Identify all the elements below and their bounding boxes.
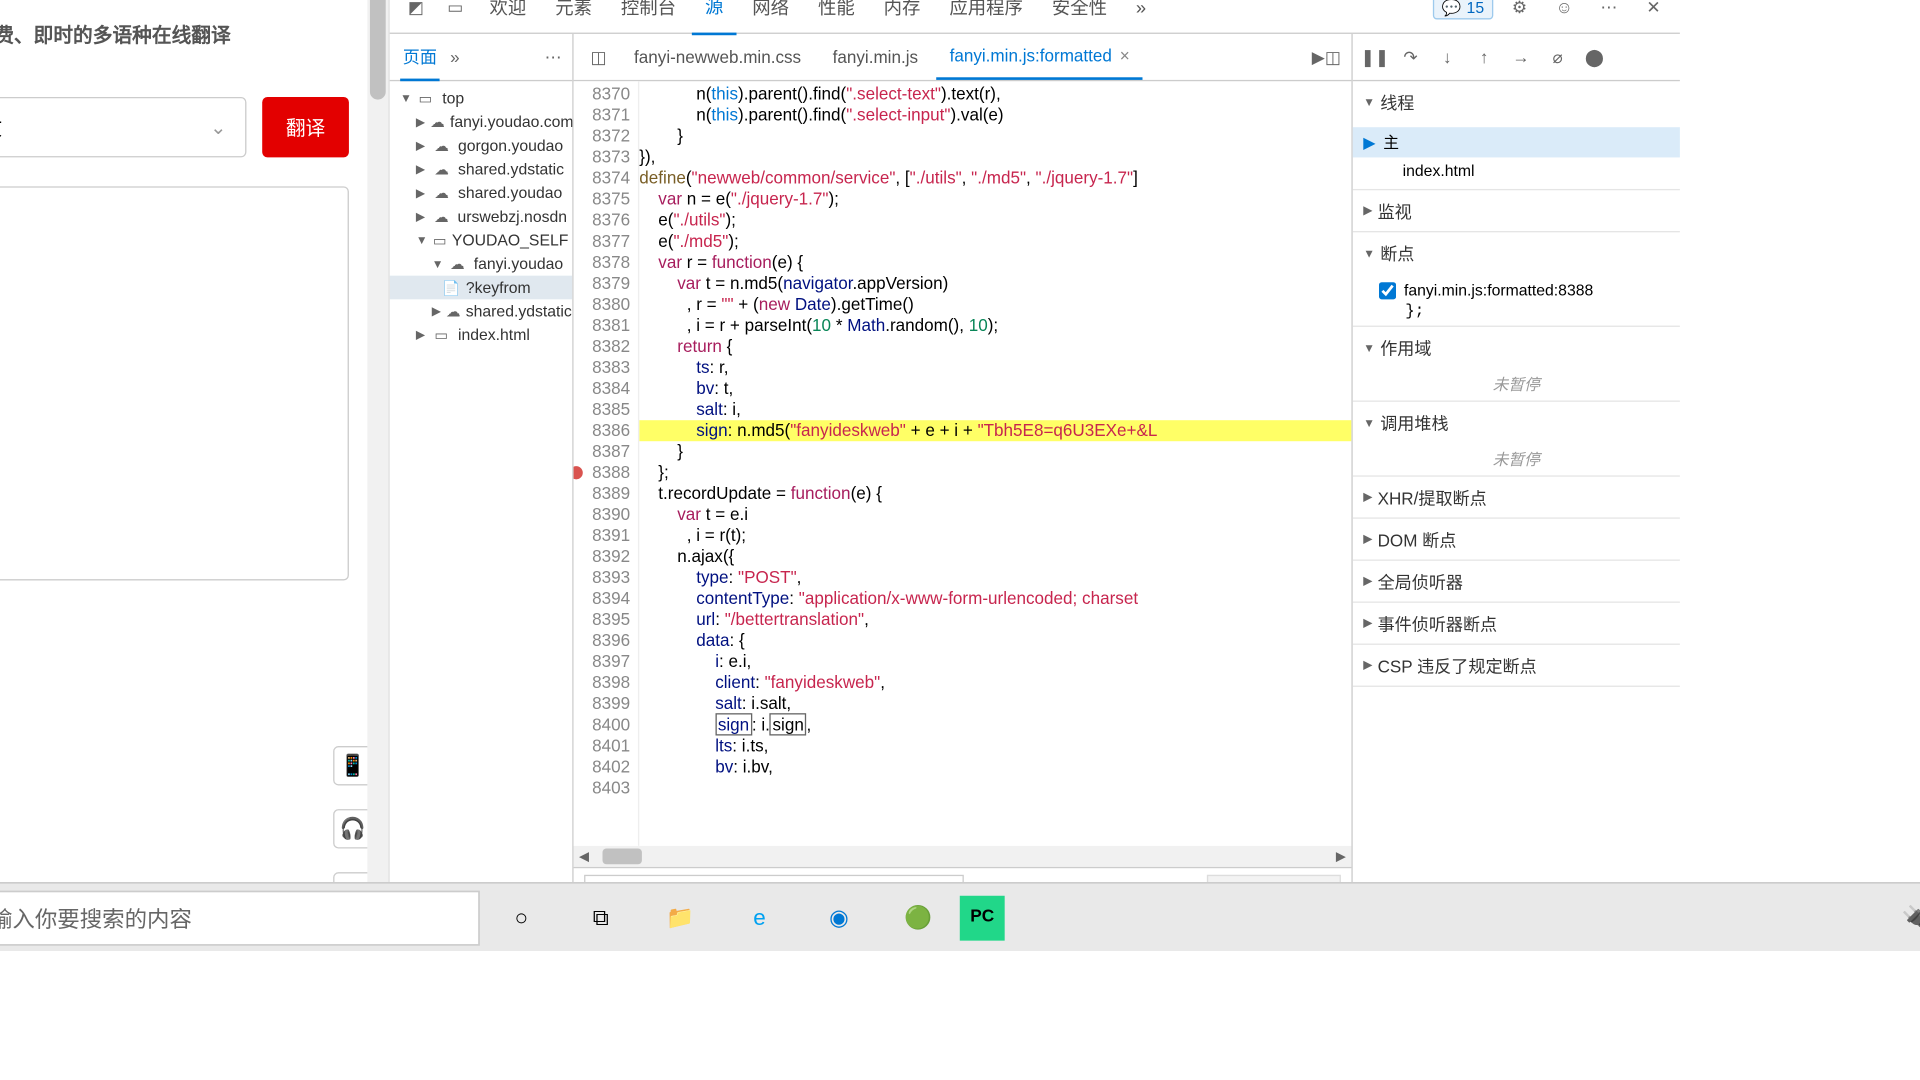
watch-header[interactable]: ▶监视 [1353, 190, 1680, 231]
close-devtools-icon[interactable]: ✕ [1635, 0, 1672, 25]
editor-tab-css[interactable]: fanyi-newweb.min.css [621, 35, 814, 78]
tab-memory[interactable]: 内存 [871, 0, 934, 33]
horizontal-scrollbar[interactable]: ◀▶ [574, 846, 1352, 867]
sources-navigator: 页面 » ⋯ ▼▭top ▶☁fanyi.youdao.com ▶☁gorgon… [390, 34, 574, 951]
edge-legacy-icon[interactable]: e [722, 883, 798, 952]
inspect-icon[interactable]: ◩ [398, 0, 435, 25]
pause-icon[interactable]: ❚❚ [1361, 46, 1387, 67]
language-selector[interactable]: 检测到: 英语 » 中文 ⌄ [0, 97, 246, 157]
feedback-icon[interactable]: ☺ [1546, 0, 1583, 25]
scope-empty: 未暂停 [1353, 368, 1680, 401]
tab-more[interactable]: » [1123, 0, 1160, 31]
nav-more-icon[interactable]: ⋯ [545, 46, 562, 67]
step-into-icon[interactable]: ↓ [1434, 47, 1460, 67]
line-gutter[interactable]: 8370837183728373837483758376837783788379… [574, 81, 640, 846]
toggle-sidebar-icon[interactable]: ▶◫ [1309, 46, 1343, 67]
web-page: 有道翻译 免费、即时的多语种在线翻译 检测到: 英语 » 中文 ⌄ 翻译 dog… [0, 0, 390, 951]
breakpoint-item[interactable]: fanyi.min.js:formatted:8388 [1379, 278, 1680, 302]
toggle-nav-icon[interactable]: ◫ [581, 46, 615, 67]
breakpoint-code: }; [1379, 302, 1680, 320]
xhr-bp-header[interactable]: ▶XHR/提取断点 [1353, 477, 1680, 518]
tab-console[interactable]: 控制台 [608, 0, 689, 33]
windows-taskbar: ⊞ 🔍 在这里输入你要搜索的内容 ○ ⧉ 📁 e ◉ 🟢 PC 🔌 100% ˄… [0, 882, 1920, 951]
page-scrollbar[interactable] [367, 0, 388, 951]
step-out-icon[interactable]: ↑ [1471, 47, 1497, 67]
power-icon[interactable]: 🔌 [1902, 904, 1920, 932]
code-editor: ◫ fanyi-newweb.min.css fanyi.min.js fany… [574, 34, 1352, 951]
pause-exceptions-icon[interactable]: ⬤ [1581, 46, 1607, 67]
thread-main[interactable]: ▶主 [1353, 127, 1680, 157]
tab-welcome[interactable]: 欢迎 [476, 0, 539, 33]
scope-header[interactable]: ▼作用域 [1353, 327, 1680, 368]
device-toggle-icon[interactable]: ▭ [437, 0, 474, 25]
tab-sources[interactable]: 源 [692, 0, 737, 35]
tab-security[interactable]: 安全性 [1039, 0, 1120, 33]
devtools-tabbar: ◩ ▭ 欢迎 元素 控制台 源 网络 性能 内存 应用程序 安全性 » 💬 15… [390, 0, 1680, 34]
tab-application[interactable]: 应用程序 [936, 0, 1036, 33]
tab-elements[interactable]: 元素 [542, 0, 605, 33]
edge-icon[interactable]: ◉ [801, 883, 877, 952]
deactivate-bp-icon[interactable]: ⌀ [1545, 46, 1571, 67]
step-over-icon[interactable]: ↷ [1397, 46, 1423, 67]
issues-badge[interactable]: 💬 15 [1432, 0, 1493, 19]
more-icon[interactable]: ⋯ [1591, 0, 1628, 25]
chrome-icon[interactable]: 🟢 [880, 883, 956, 952]
step-icon[interactable]: → [1508, 47, 1534, 67]
explorer-icon[interactable]: 📁 [642, 883, 718, 952]
code-content[interactable]: n(this).parent().find(".select-text").te… [639, 81, 1351, 846]
tab-performance[interactable]: 性能 [805, 0, 868, 33]
breakpoints-header[interactable]: ▼断点 [1353, 232, 1680, 273]
event-bp-header[interactable]: ▶事件侦听器断点 [1353, 603, 1680, 644]
pycharm-icon[interactable]: PC [960, 895, 1005, 940]
global-listeners-header[interactable]: ▶全局侦听器 [1353, 561, 1680, 602]
tab-network[interactable]: 网络 [739, 0, 802, 33]
translate-button[interactable]: 翻译 [262, 97, 349, 157]
thread-context[interactable]: index.html [1379, 157, 1680, 183]
nav-tab-more[interactable]: » [450, 47, 460, 67]
tagline: 免费、即时的多语种在线翻译 [0, 20, 231, 48]
dom-bp-header[interactable]: ▶DOM 断点 [1353, 519, 1680, 560]
editor-tab-js[interactable]: fanyi.min.js [819, 35, 931, 78]
editor-tab-formatted[interactable]: fanyi.min.js:formatted× [936, 34, 1142, 80]
task-view-icon[interactable]: ⧉ [563, 883, 639, 952]
callstack-header[interactable]: ▼调用堆栈 [1353, 402, 1680, 443]
debugger-sidebar: ❚❚ ↷ ↓ ↑ → ⌀ ⬤ ▼线程 ▶主 index.html ▶监视 ▼断点 [1351, 34, 1679, 951]
nav-tab-page[interactable]: 页面 [400, 33, 439, 82]
devtools-panel: ◩ ▭ 欢迎 元素 控制台 源 网络 性能 内存 应用程序 安全性 » 💬 15… [390, 0, 1680, 951]
cortana-icon[interactable]: ○ [483, 883, 559, 952]
source-text-input[interactable]: dog [0, 186, 349, 580]
csp-bp-header[interactable]: ▶CSP 违反了规定断点 [1353, 645, 1680, 686]
callstack-empty: 未暂停 [1353, 443, 1680, 476]
chevron-down-icon: ⌄ [210, 115, 227, 139]
threads-header[interactable]: ▼线程 [1353, 81, 1680, 122]
close-icon[interactable]: × [1120, 46, 1130, 66]
gear-icon[interactable]: ⚙ [1501, 0, 1538, 25]
file-tree[interactable]: ▼▭top ▶☁fanyi.youdao.com ▶☁gorgon.youdao… [390, 81, 573, 951]
taskbar-search[interactable]: 🔍 在这里输入你要搜索的内容 [0, 890, 480, 945]
